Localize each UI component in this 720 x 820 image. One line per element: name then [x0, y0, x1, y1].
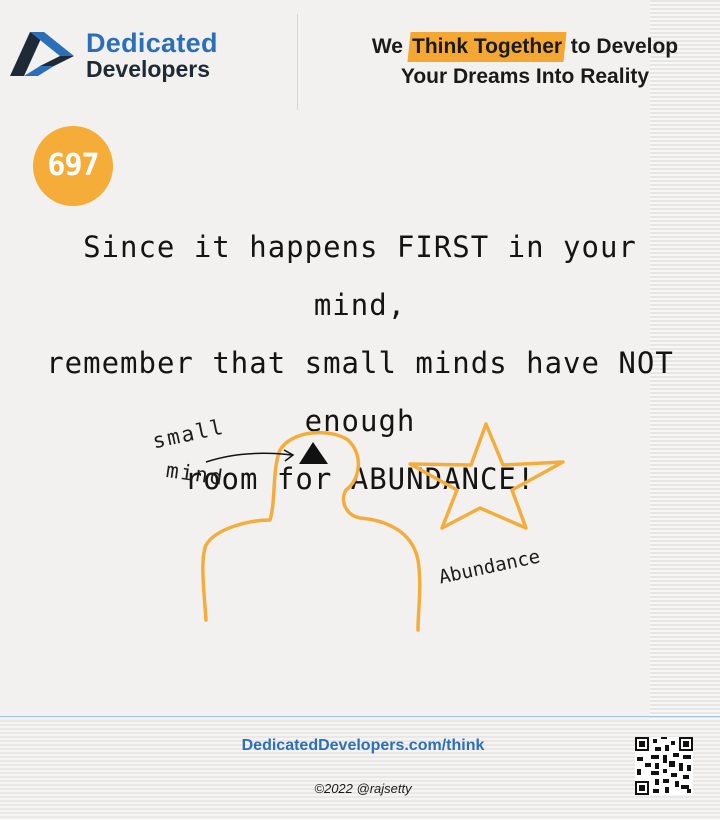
small-mind-triangle — [299, 442, 328, 464]
tagline-post: to Develop — [570, 35, 679, 58]
thought-number-badge: 697 — [33, 126, 113, 206]
arrow-head — [283, 449, 295, 462]
tagline-line2: Your Dreams Into Reality — [400, 65, 650, 88]
tagline-line1: We Think Together to Develop — [330, 32, 720, 62]
tagline-highlight: Think Together — [407, 32, 567, 62]
brand-name-line1: Dedicated — [86, 28, 218, 58]
footer-url-link[interactable]: DedicatedDevelopers.com/think — [0, 737, 720, 755]
header-divider — [297, 14, 298, 110]
qr-code-icon[interactable] — [635, 737, 693, 795]
brand-name-line2: Developers — [86, 56, 211, 82]
star-icon — [408, 422, 565, 530]
dd-chevron-logo-icon — [10, 32, 74, 76]
brand-logo[interactable]: Dedicated Developers — [10, 28, 250, 88]
tagline-pre: We — [371, 35, 403, 58]
paper-texture-bottom — [0, 720, 720, 820]
tagline-highlight-text: Think Together — [411, 35, 562, 58]
quote-line1: Since it happens FIRST in your mind, — [83, 230, 637, 322]
tagline: We Think Together to Develop Your Dreams… — [330, 32, 720, 92]
footer-divider — [0, 716, 720, 717]
footer-copyright: ©2022 @rajsetty — [314, 781, 412, 796]
